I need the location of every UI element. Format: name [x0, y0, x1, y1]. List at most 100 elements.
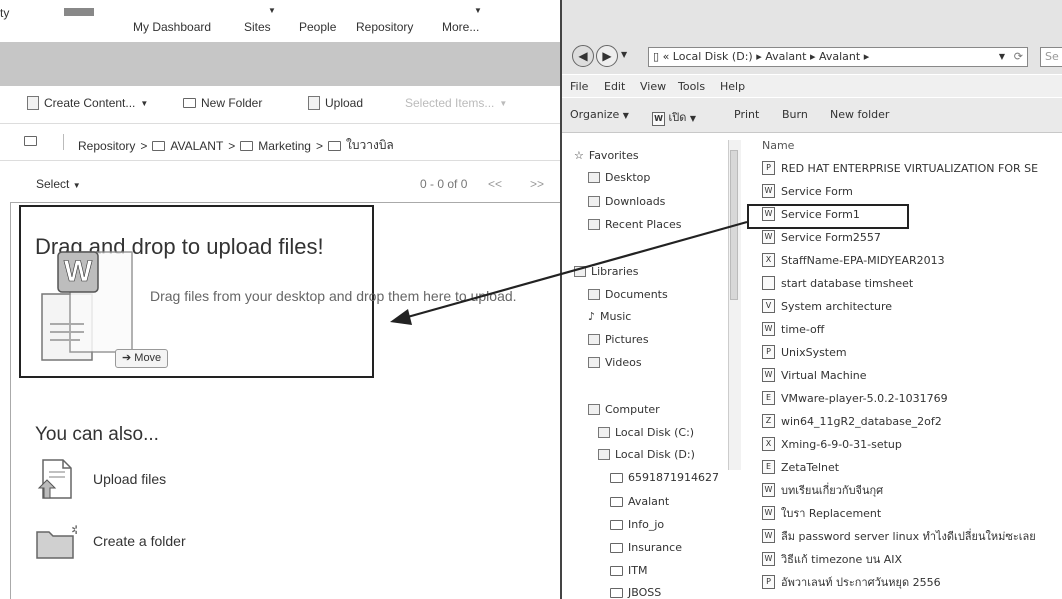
breadcrumb-marketing[interactable]: Marketing — [258, 139, 311, 153]
document-icon — [27, 96, 39, 110]
prev-page-link[interactable]: << — [488, 177, 502, 191]
nav-recent-places[interactable]: Recent Places — [588, 218, 682, 231]
menu-view[interactable]: View — [640, 80, 666, 93]
file-row[interactable]: W Service Form — [762, 182, 853, 200]
nav-more[interactable]: More... — [442, 20, 479, 34]
nav-pane-scroll-thumb[interactable] — [730, 150, 738, 300]
folder-up-icon[interactable] — [24, 136, 37, 146]
nav-desktop[interactable]: Desktop — [588, 171, 650, 184]
menu-tools[interactable]: Tools — [678, 80, 705, 93]
nav-folder-info-jo[interactable]: Info_jo — [610, 518, 664, 531]
menu-edit[interactable]: Edit — [604, 80, 625, 93]
create-content-button[interactable]: Create Content... ▼ — [27, 96, 148, 110]
documents-icon — [588, 289, 600, 300]
nav-favorites[interactable]: ☆ Favorites — [574, 149, 639, 162]
nav-label: Avalant — [628, 495, 670, 508]
upload-button[interactable]: Upload — [308, 96, 363, 110]
print-button[interactable]: Print — [734, 108, 759, 121]
nav-downloads[interactable]: Downloads — [588, 195, 665, 208]
nav-computer[interactable]: Computer — [588, 403, 660, 416]
chevron-down-icon[interactable]: ▼ — [999, 48, 1005, 66]
nav-folder-6591871914627[interactable]: 6591871914627 — [610, 471, 719, 484]
recent-pages-chevron-icon[interactable]: ▼ — [621, 50, 627, 59]
back-arrow-icon: ◀ — [578, 49, 588, 63]
recent-places-icon — [588, 219, 600, 230]
upload-files-label: Upload files — [93, 471, 167, 487]
file-row[interactable]: P อัพวาเลนท์ ประกาศวันหยุด 2556 — [762, 573, 941, 591]
file-row[interactable]: W ใบรา Replacement — [762, 504, 881, 522]
doclib-toolbar: Create Content... ▼ New Folder Upload Se… — [0, 86, 560, 120]
file-icon: W — [762, 184, 775, 198]
create-folder-action[interactable]: ✲ Create a folder — [35, 520, 186, 562]
file-row[interactable]: E VMware-player-5.0.2-1031769 — [762, 389, 948, 407]
file-name: บทเรียนเกี่ยวกับจีนกุศ — [781, 484, 884, 497]
breadcrumb-avalant[interactable]: AVALANT — [170, 139, 223, 153]
nav-pictures[interactable]: Pictures — [588, 333, 649, 346]
burn-button[interactable]: Burn — [782, 108, 808, 121]
nav-folder-avalant[interactable]: Avalant — [610, 495, 669, 508]
nav-local-disk-d[interactable]: Local Disk (D:) — [598, 448, 695, 461]
address-bar[interactable]: ▯ « Local Disk (D:) ▸ Avalant ▸ Avalant … — [648, 47, 1028, 67]
nav-my-dashboard[interactable]: My Dashboard — [133, 20, 211, 34]
menu-help[interactable]: Help — [720, 80, 745, 93]
nav-libraries[interactable]: Libraries — [574, 265, 639, 278]
nav-label: JBOSS — [628, 586, 662, 599]
file-row[interactable]: Wtime-off — [762, 320, 824, 338]
nav-label: 6591871914627 — [628, 471, 719, 484]
breadcrumb-repository[interactable]: Repository > AVALANT > Marketing > ใบวาง… — [78, 136, 394, 155]
selected-items-menu[interactable]: Selected Items... ▼ — [405, 96, 507, 110]
selected-file-highlight — [747, 204, 909, 229]
column-header-name[interactable]: Name — [762, 139, 794, 152]
nav-folder-jboss[interactable]: JBOSS — [610, 586, 661, 599]
desktop-icon — [588, 172, 600, 183]
nav-videos[interactable]: Videos — [588, 356, 642, 369]
nav-documents[interactable]: Documents — [588, 288, 668, 301]
file-row[interactable]: Zwin64_11gR2_database_2of2 — [762, 412, 942, 430]
nav-folder-itm[interactable]: ITM — [610, 564, 647, 577]
forward-arrow-icon: ▶ — [602, 49, 612, 63]
open-with-button[interactable]: W เปิด ▼ — [652, 108, 696, 126]
nav-local-disk-c[interactable]: Local Disk (C:) — [598, 426, 694, 439]
folder-icon — [152, 140, 166, 151]
address-local-disk-d[interactable]: Local Disk (D:) — [673, 50, 753, 63]
organize-button[interactable]: Organize ▼ — [570, 108, 629, 121]
address-avalant-1[interactable]: Avalant — [765, 50, 806, 63]
nav-repository[interactable]: Repository — [356, 20, 413, 34]
new-folder-button[interactable]: New Folder — [183, 96, 262, 110]
file-row[interactable]: X StaffName-EPA-MIDYEAR2013 — [762, 251, 945, 269]
forward-button[interactable]: ▶ — [596, 45, 618, 67]
file-row[interactable]: W ลืม password server linux ทำไงดีเปลี่ยน… — [762, 527, 1036, 545]
file-row[interactable]: V System architecture — [762, 297, 892, 315]
word-icon: W — [652, 112, 665, 126]
new-folder-button[interactable]: New folder — [830, 108, 889, 121]
nav-folder-insurance[interactable]: Insurance — [610, 541, 682, 554]
file-row[interactable]: P UnixSystem — [762, 343, 847, 361]
file-row[interactable]: P RED HAT ENTERPRISE VIRTUALIZATION FOR S… — [762, 159, 1038, 177]
refresh-icon[interactable]: ⟳ — [1014, 48, 1023, 66]
select-menu[interactable]: Select ▼ — [36, 177, 81, 191]
nav-people[interactable]: People — [299, 20, 336, 34]
address-overflow[interactable]: « — [663, 50, 670, 63]
file-icon — [762, 276, 775, 290]
folder-icon — [24, 136, 37, 146]
file-row[interactable]: W Service Form2557 — [762, 228, 881, 246]
nav-sites[interactable]: Sites — [244, 20, 271, 34]
search-input[interactable]: Se — [1040, 47, 1062, 67]
nav-music[interactable]: ♪ Music — [588, 310, 631, 323]
file-row[interactable]: start database timsheet — [762, 274, 913, 292]
menu-file[interactable]: File — [570, 80, 588, 93]
address-avalant-2[interactable]: Avalant — [819, 50, 860, 63]
file-row[interactable]: W Virtual Machine — [762, 366, 867, 384]
folder-icon — [610, 519, 623, 530]
breadcrumb-current-folder[interactable]: ใบวางบิล — [346, 136, 394, 155]
nav-label: ITM — [628, 564, 648, 577]
back-button[interactable]: ◀ — [572, 45, 594, 67]
file-row[interactable]: E ZetaTelnet — [762, 458, 839, 476]
file-row[interactable]: W บทเรียนเกี่ยวกับจีนกุศ — [762, 481, 883, 499]
upload-files-action[interactable]: Upload files — [35, 458, 166, 500]
music-icon: ♪ — [588, 310, 596, 323]
next-page-link[interactable]: >> — [530, 177, 544, 191]
file-row[interactable]: X Xming-6-9-0-31-setup — [762, 435, 902, 453]
file-row[interactable]: W วิธีแก้ timezone บน AIX — [762, 550, 902, 568]
videos-icon — [588, 357, 600, 368]
